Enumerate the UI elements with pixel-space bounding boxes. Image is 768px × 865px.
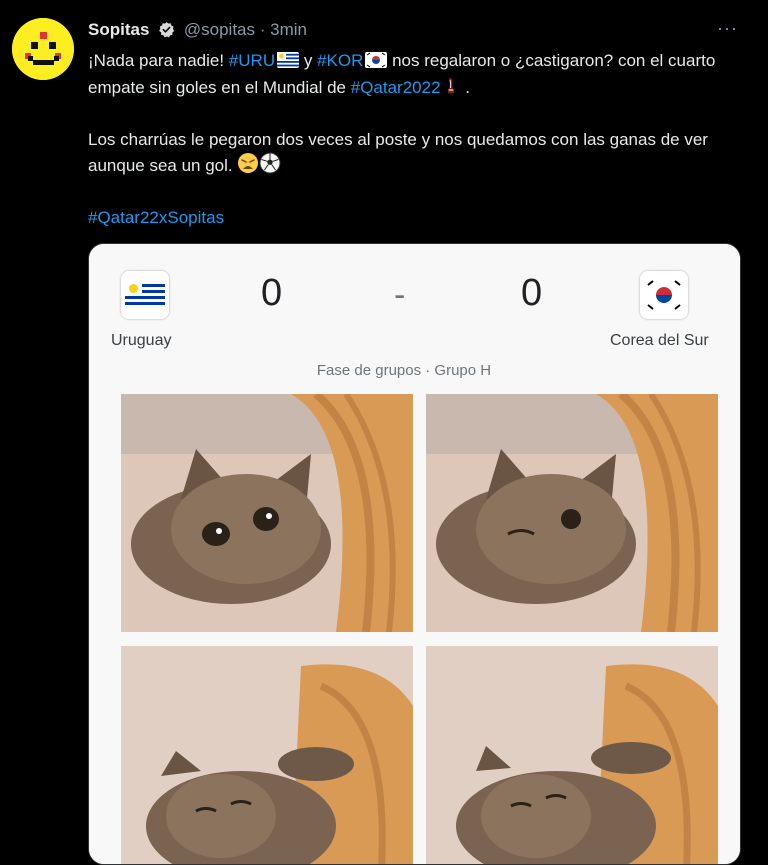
tweet-media[interactable]: Uruguay 0 - 0 Corea del Sur Fase de grup…: [88, 243, 741, 865]
home-score: 0: [261, 272, 283, 314]
hashtag-qatar2022[interactable]: #Qatar2022: [351, 78, 441, 97]
avatar[interactable]: [12, 18, 74, 80]
uruguay-flag-icon: [121, 271, 169, 319]
cat-image-1[interactable]: [121, 394, 413, 632]
text-segment: ¡Nada para nadie!: [88, 51, 229, 70]
verified-badge-icon: [158, 21, 175, 38]
tweet-time[interactable]: 3min: [270, 20, 307, 39]
cat-image-2[interactable]: [426, 394, 718, 632]
text-segment: Los charrúas le pegaron dos veces al pos…: [88, 130, 708, 175]
tweet-paragraph-1: ¡Nada para nadie! #URU y #KOR nos regala…: [88, 48, 748, 103]
korea-flag-icon: [640, 271, 688, 319]
text-segment: y: [299, 51, 318, 70]
sopitas-logo-icon: [12, 18, 74, 80]
text-segment: .: [460, 78, 470, 97]
cat-image-4[interactable]: [426, 646, 718, 864]
tweet-paragraph-2: Los charrúas le pegaron dos veces al pos…: [88, 127, 748, 181]
cat-image-3[interactable]: [121, 646, 413, 864]
soccer-ball-icon: [259, 152, 281, 181]
tweet-text: ¡Nada para nadie! #URU y #KOR nos regala…: [88, 48, 748, 254]
korea-flag-icon: [365, 50, 388, 75]
uruguay-flag-icon: [277, 50, 300, 75]
more-options-icon[interactable]: ···: [717, 18, 738, 39]
score-dash: -: [394, 276, 406, 314]
match-stage: Fase de grupos · Grupo H: [316, 362, 492, 379]
weary-face-icon: [237, 152, 259, 181]
author-name[interactable]: Sopitas: [88, 20, 149, 39]
home-team-name: Uruguay: [111, 332, 172, 349]
hashtag-uru[interactable]: #URU: [229, 51, 275, 70]
header-separator: ·: [259, 20, 266, 39]
away-team-name: Corea del Sur: [610, 332, 709, 349]
away-score: 0: [521, 272, 543, 314]
trophy-icon: [441, 76, 461, 103]
meme-image-grid: [89, 389, 740, 864]
tweet-paragraph-3: #Qatar22xSopitas: [88, 205, 748, 230]
tweet-header: Sopitas @sopitas · 3min: [88, 20, 307, 40]
hashtag-qatar22xsopitas[interactable]: #Qatar22xSopitas: [88, 208, 224, 227]
author-handle[interactable]: @sopitas: [184, 20, 255, 39]
hashtag-kor[interactable]: #KOR: [317, 51, 363, 70]
scoreboard: Uruguay 0 - 0 Corea del Sur Fase de grup…: [89, 244, 740, 389]
